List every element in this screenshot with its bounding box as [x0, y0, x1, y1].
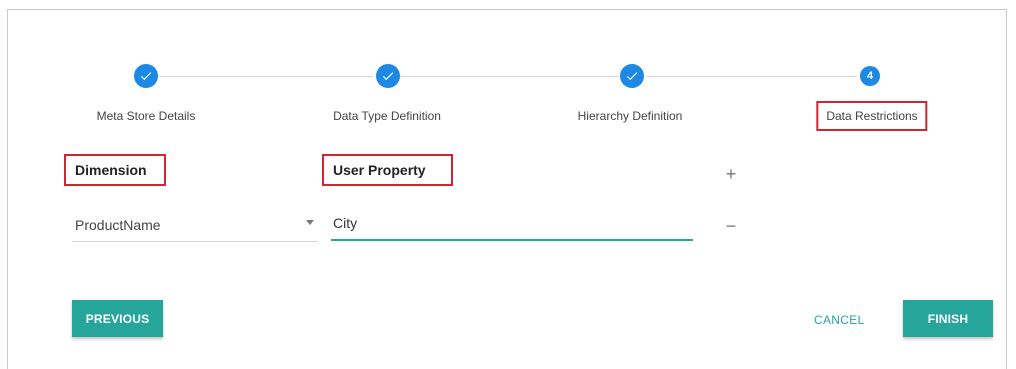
- dimension-select-value: ProductName: [75, 217, 161, 233]
- step-1-indicator[interactable]: [134, 64, 158, 88]
- step-label-hierarchy-definition: Hierarchy Definition: [577, 109, 683, 123]
- step-3-indicator[interactable]: [620, 64, 644, 88]
- step-connector: [400, 76, 619, 77]
- dimension-select[interactable]: ProductName: [72, 208, 318, 242]
- check-icon: [140, 72, 152, 81]
- step-number: 4: [866, 70, 874, 82]
- step-label-data-restrictions: Data Restrictions: [816, 101, 928, 131]
- previous-button[interactable]: PREVIOUS: [72, 300, 163, 337]
- add-row-icon[interactable]: +: [721, 164, 741, 184]
- step-connector: [646, 76, 857, 77]
- finish-button[interactable]: FINISH: [903, 300, 993, 337]
- step-label-meta-store-details: Meta Store Details: [96, 109, 196, 123]
- dimension-header: Dimension: [64, 154, 166, 186]
- step-label-data-type-definition: Data Type Definition: [333, 109, 441, 123]
- chevron-down-icon: [306, 220, 314, 225]
- step-4-indicator[interactable]: 4: [860, 66, 880, 86]
- user-property-header: User Property: [322, 154, 453, 186]
- check-icon: [626, 72, 638, 81]
- cancel-button[interactable]: CANCEL: [814, 313, 864, 327]
- check-icon: [382, 72, 394, 81]
- step-2-indicator[interactable]: [376, 64, 400, 88]
- remove-row-icon[interactable]: −: [721, 216, 741, 236]
- user-property-input[interactable]: [331, 207, 693, 241]
- step-connector: [158, 76, 373, 77]
